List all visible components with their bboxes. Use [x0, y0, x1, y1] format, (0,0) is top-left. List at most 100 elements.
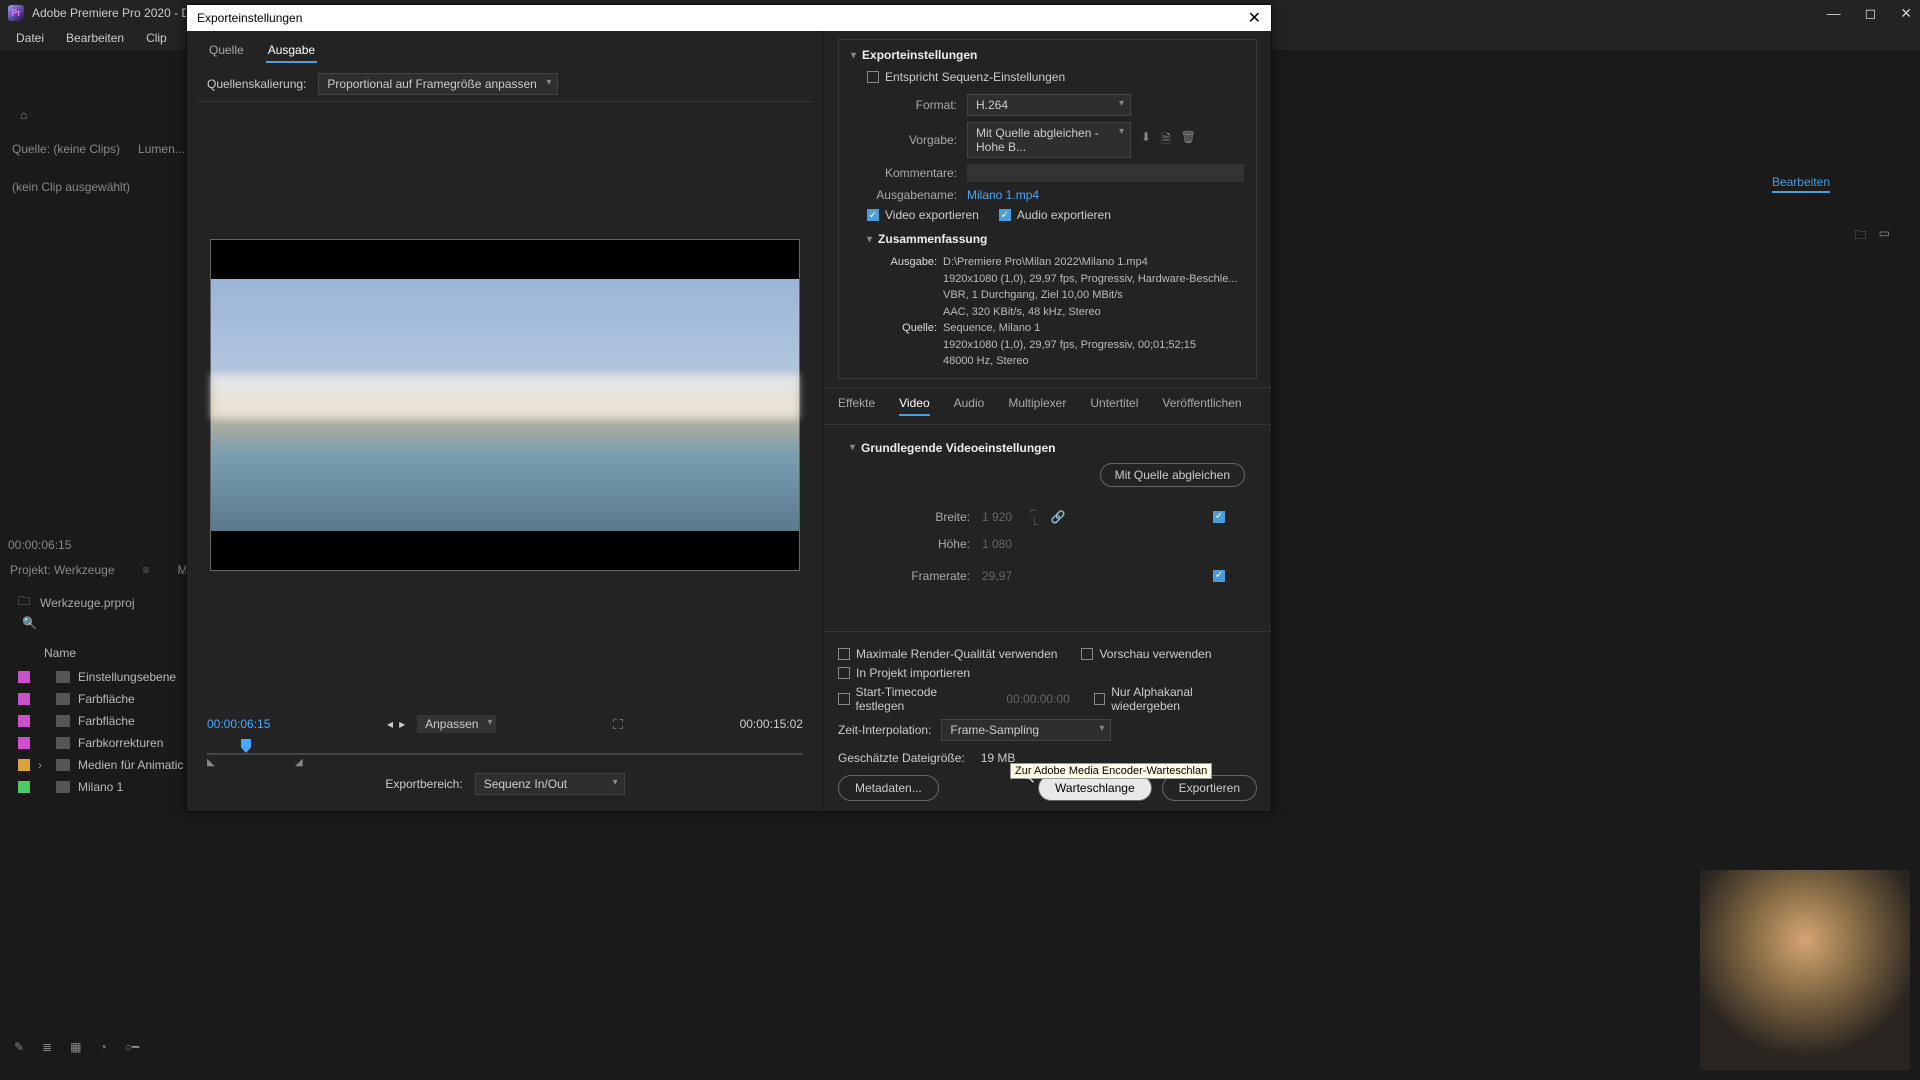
summary-line: 1920x1080 (1,0), 29,97 fps, Progressiv, … — [943, 271, 1244, 288]
output-name-link[interactable]: Milano 1.mp4 — [967, 188, 1039, 202]
play-button[interactable]: ▸ — [399, 717, 405, 731]
tool-icon[interactable]: ≣ — [42, 1040, 52, 1054]
maximize-button[interactable]: ◻ — [1865, 5, 1877, 22]
max-render-quality-checkbox[interactable]: Maximale Render-Qualität verwenden — [838, 647, 1057, 661]
basic-video-heading: Grundlegende Videoeinstellungen — [861, 441, 1055, 455]
output-name-label: Ausgabename: — [867, 188, 957, 202]
source-panel-tab[interactable]: Quelle: (keine Clips) — [12, 142, 120, 156]
menu-clip[interactable]: Clip — [136, 28, 177, 48]
lumetri-panel-tab[interactable]: Lumen... — [138, 142, 185, 156]
aspect-icon[interactable]: ⛶ — [613, 716, 623, 733]
in-point-marker[interactable]: ◣ — [207, 757, 215, 768]
no-clip-label: (kein Clip ausgewählt) — [12, 180, 130, 194]
panel-icon[interactable]: ▭ — [1879, 226, 1890, 247]
height-label: Höhe: — [870, 537, 970, 551]
tool-icon[interactable]: ▦ — [70, 1040, 81, 1054]
framerate-match-checkbox[interactable]: ✓ — [1213, 570, 1225, 582]
start-timecode-value: 00:00:00:00 — [1006, 692, 1069, 706]
list-item[interactable]: Milano 1 — [18, 776, 183, 798]
tab-publish[interactable]: Veröffentlichen — [1162, 396, 1241, 416]
edit-tab[interactable]: Bearbeiten — [1772, 175, 1830, 193]
summary-source: Sequence, Milano 1 — [943, 322, 1040, 334]
close-icon[interactable]: ✕ — [1248, 8, 1261, 28]
delete-preset-icon[interactable]: 🗑 — [1181, 130, 1196, 151]
list-item[interactable]: Einstellungsebene — [18, 666, 183, 688]
chevron-down-icon[interactable]: ▾ — [867, 234, 872, 245]
width-value[interactable]: 1 920 — [982, 510, 1026, 524]
tool-icon[interactable]: ◔ — [99, 1040, 106, 1054]
import-preset-icon[interactable]: 🗎 — [1161, 130, 1171, 151]
folder-icon[interactable]: 🗀 — [1855, 226, 1867, 247]
time-interpolation-dropdown[interactable]: Frame-Sampling — [941, 719, 1111, 741]
format-label: Format: — [867, 98, 957, 112]
format-dropdown[interactable]: H.264 — [967, 94, 1131, 116]
tab-audio[interactable]: Audio — [954, 396, 985, 416]
tab-effects[interactable]: Effekte — [838, 396, 875, 416]
width-label: Breite: — [870, 510, 970, 524]
minimize-button[interactable]: — — [1827, 5, 1841, 22]
filesize-label: Geschätzte Dateigröße: — [838, 751, 965, 765]
summary-heading: Zusammenfassung — [878, 232, 987, 246]
match-sequence-checkbox[interactable]: Entspricht Sequenz-Einstellungen — [867, 70, 1244, 84]
match-source-button[interactable]: Mit Quelle abgleichen — [1100, 463, 1245, 487]
tool-icon[interactable]: ○━ — [125, 1040, 139, 1054]
tab-captions[interactable]: Untertitel — [1090, 396, 1138, 416]
home-icon[interactable]: ⌂ — [20, 108, 27, 122]
project-tab[interactable]: Projekt: Werkzeuge — [10, 563, 115, 577]
export-video-checkbox[interactable]: ✓Video exportieren — [867, 208, 979, 222]
comments-input[interactable] — [967, 164, 1244, 182]
tab-output[interactable]: Ausgabe — [266, 39, 317, 63]
list-item[interactable]: Farbfläche — [18, 710, 183, 732]
list-item[interactable]: Farbkorrekturen — [18, 732, 183, 754]
search-icon[interactable]: 🔍 — [22, 616, 37, 630]
export-range-dropdown[interactable]: Sequenz In/Out — [475, 773, 625, 795]
tab-video[interactable]: Video — [899, 396, 929, 416]
summary-line: AAC, 320 KBit/s, 48 kHz, Stereo — [943, 304, 1244, 321]
prev-frame-button[interactable]: ◂ — [387, 717, 393, 731]
height-value[interactable]: 1 080 — [982, 537, 1026, 551]
chevron-down-icon[interactable]: ▾ — [850, 442, 855, 453]
playhead[interactable] — [241, 739, 251, 753]
use-preview-checkbox[interactable]: Vorschau verwenden — [1081, 647, 1211, 661]
menu-edit[interactable]: Bearbeiten — [56, 28, 134, 48]
width-match-checkbox[interactable]: ✓ — [1213, 511, 1225, 523]
start-timecode-checkbox[interactable]: Start-Timecode festlegen — [838, 685, 982, 713]
summary-line: 48000 Hz, Stereo — [943, 353, 1244, 370]
framerate-label: Framerate: — [870, 569, 970, 583]
export-audio-checkbox[interactable]: ✓Audio exportieren — [999, 208, 1111, 222]
preset-dropdown[interactable]: Mit Quelle abgleichen - Hohe B... — [967, 122, 1131, 158]
dialog-title: Exporteinstellungen — [197, 11, 302, 25]
tab-multiplexer[interactable]: Multiplexer — [1008, 396, 1066, 416]
save-preset-icon[interactable]: ⬇ — [1141, 130, 1151, 151]
close-button[interactable]: ✕ — [1900, 5, 1912, 22]
app-logo: Pr — [8, 5, 24, 21]
framerate-value[interactable]: 29,97 — [982, 569, 1026, 583]
preview-viewport — [210, 239, 800, 571]
link-icon[interactable]: 🔗 — [1051, 510, 1066, 524]
alpha-only-checkbox[interactable]: Nur Alphakanal wiedergeben — [1094, 685, 1257, 713]
import-project-checkbox[interactable]: In Projekt importieren — [838, 666, 970, 680]
timecode-label: 00:00:06:15 — [8, 538, 71, 552]
preview-image — [211, 279, 799, 531]
time-interpolation-label: Zeit-Interpolation: — [838, 723, 931, 737]
menu-file[interactable]: Datei — [6, 28, 54, 48]
webcam-overlay — [1700, 870, 1910, 1070]
comments-label: Kommentare: — [867, 166, 957, 180]
preset-label: Vorgabe: — [867, 133, 957, 147]
export-range-label: Exportbereich: — [385, 777, 462, 791]
export-settings-dialog: Exporteinstellungen ✕ Quelle Ausgabe Que… — [186, 4, 1272, 812]
summary-output-path: D:\Premiere Pro\Milan 2022\Milano 1.mp4 — [943, 256, 1148, 268]
cursor-icon: ↖ — [1024, 770, 1036, 787]
out-point-marker[interactable]: ◢ — [295, 757, 303, 768]
list-item[interactable]: Farbfläche — [18, 688, 183, 710]
chevron-down-icon[interactable]: ▾ — [851, 50, 856, 61]
current-timecode[interactable]: 00:00:06:15 — [207, 717, 270, 731]
metadata-button[interactable]: Metadaten... — [838, 775, 939, 801]
tab-source[interactable]: Quelle — [207, 39, 246, 63]
tool-icon[interactable]: ✎ — [14, 1040, 24, 1054]
list-item[interactable]: ›Medien für Animatic — [18, 754, 183, 776]
scrubber[interactable]: ◣ ◢ — [207, 739, 803, 763]
fit-dropdown[interactable]: Anpassen — [417, 715, 496, 733]
column-header-name[interactable]: Name — [44, 646, 76, 660]
source-scaling-dropdown[interactable]: Proportional auf Framegröße anpassen — [318, 73, 558, 95]
